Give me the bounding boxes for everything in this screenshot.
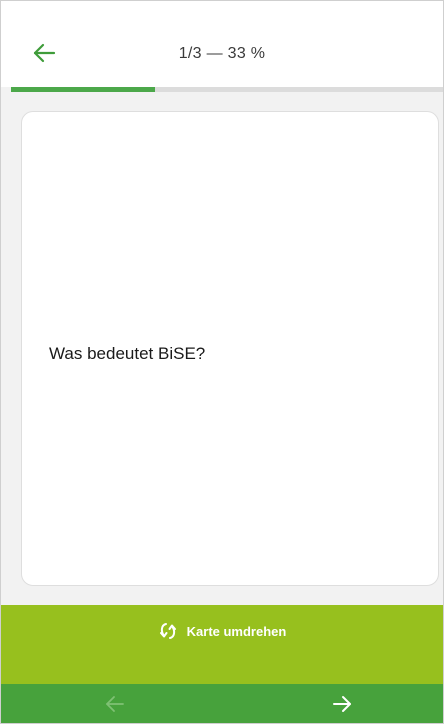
card-navigation [1, 684, 443, 723]
previous-card-button[interactable] [104, 694, 126, 714]
flip-card-label: Karte umdrehen [186, 623, 287, 639]
header: 1/3 — 33 % [1, 1, 443, 87]
flip-card-button[interactable]: Karte umdrehen [1, 605, 443, 657]
flip-rotate-icon [159, 623, 176, 639]
progress-label: 1/3 — 33 % [178, 45, 266, 62]
flashcard[interactable]: Was bedeutet BiSE? [21, 111, 439, 586]
progress-bar-fill [11, 87, 155, 92]
arrow-left-icon [106, 696, 124, 712]
progress-bar [11, 87, 443, 92]
arrow-right-icon [333, 696, 351, 712]
flip-bar-extension [1, 657, 443, 684]
next-card-button[interactable] [331, 694, 353, 714]
card-question: Was bedeutet BiSE? [49, 344, 206, 363]
flashcard-screen: 1/3 — 33 % Was bedeutet BiSE? Karte umdr… [0, 0, 444, 724]
